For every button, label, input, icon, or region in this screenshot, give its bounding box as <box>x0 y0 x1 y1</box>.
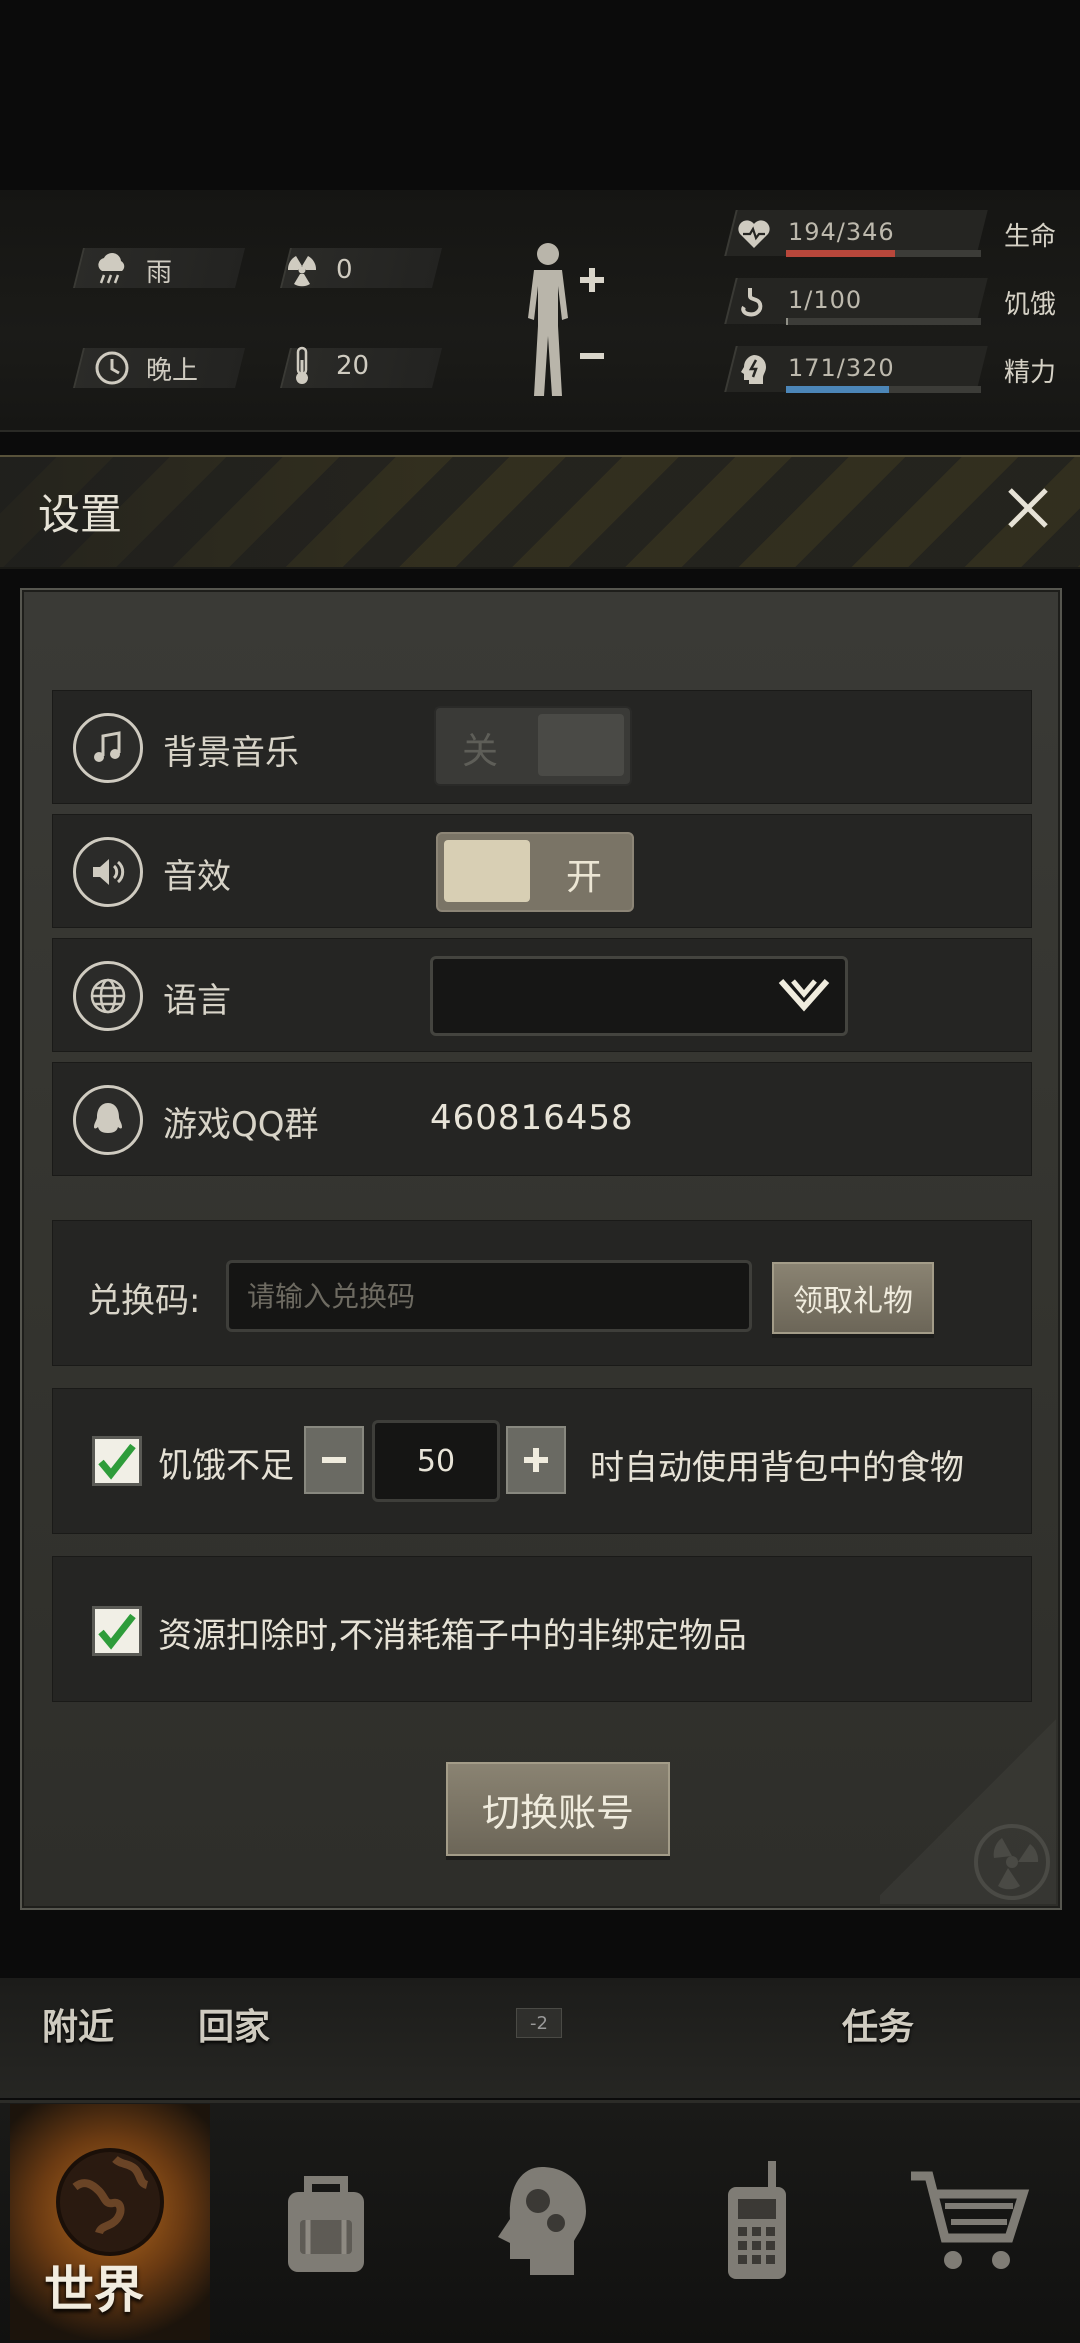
bgm-toggle-knob <box>538 714 624 776</box>
walkie-talkie-icon <box>728 2161 786 2279</box>
radiation-stat: 0 <box>282 250 353 290</box>
energy-fill <box>786 386 890 393</box>
health-label: 生命 <box>1003 222 1056 252</box>
temperature-value: 20 <box>336 351 370 381</box>
globe-icon <box>56 2148 164 2256</box>
health-track <box>786 250 981 257</box>
time-value: 晚上 <box>146 355 199 386</box>
nav-backpack[interactable] <box>226 2104 426 2340</box>
switch-account-button[interactable]: 切换账号 <box>446 1762 670 1856</box>
energy-value: 171/320 <box>788 354 895 382</box>
panel-corner-decoration <box>880 1710 1056 1904</box>
checkmark-icon <box>98 1443 136 1480</box>
bgm-toggle-state: 关 <box>462 731 499 772</box>
weather-value: 雨 <box>146 257 173 288</box>
qq-group-label: 游戏QQ群 <box>163 1105 319 1145</box>
sfx-toggle-state: 开 <box>565 857 602 898</box>
thermometer-icon <box>282 346 322 386</box>
redeem-label: 兑换码: <box>87 1281 201 1321</box>
health-fill <box>786 250 896 257</box>
resource-label: 资源扣除时,不消耗箱子中的非绑定物品 <box>158 1616 747 1656</box>
hunger-fill <box>786 318 788 325</box>
health-value: 194/346 <box>788 218 895 246</box>
language-select[interactable] <box>430 956 848 1036</box>
nav-skills[interactable] <box>440 2104 640 2340</box>
shopping-cart-icon <box>911 2171 1030 2269</box>
energy-track <box>786 386 981 393</box>
settings-header: 设置 <box>0 455 1080 569</box>
nav-nearby[interactable]: 附近 <box>42 1998 114 2050</box>
energy-bar-row: 171/320 精力 <box>724 346 1060 398</box>
hunger-track <box>786 318 981 325</box>
qq-penguin-icon <box>73 1085 143 1155</box>
nav-task[interactable]: 任务 <box>842 1998 914 2050</box>
claim-gift-button[interactable]: 领取礼物 <box>772 1262 934 1334</box>
globe-icon <box>73 961 143 1031</box>
location-badge: -2 <box>516 2008 562 2038</box>
minus-icon <box>322 1457 346 1463</box>
rain-cloud-icon <box>92 250 132 290</box>
auto-eat-prefix: 饥饿不足 <box>158 1446 294 1486</box>
time-stat: 晚上 <box>92 348 198 388</box>
radiation-value: 0 <box>336 255 353 285</box>
backpack-icon <box>288 2176 364 2272</box>
nav-world-label: 世界 <box>44 2261 144 2319</box>
bgm-toggle[interactable]: 关 <box>434 706 632 786</box>
resource-checkbox[interactable] <box>92 1606 142 1656</box>
energy-head-icon <box>736 352 772 388</box>
stomach-icon <box>736 284 772 320</box>
nav-radio[interactable] <box>656 2104 856 2340</box>
music-note-icon <box>73 713 143 783</box>
hunger-threshold-value[interactable]: 50 <box>372 1420 500 1502</box>
qq-group-number: 460816458 <box>430 1098 634 1138</box>
health-bar-row: 194/346 生命 <box>724 210 1060 262</box>
nav-shop[interactable] <box>870 2104 1070 2340</box>
hunger-label: 饥饿 <box>1003 290 1056 320</box>
increase-button[interactable] <box>506 1426 566 1494</box>
hunger-bar-row: 1/100 饥饿 <box>724 278 1060 330</box>
decrease-button[interactable] <box>304 1426 364 1494</box>
head-gears-icon <box>498 2167 586 2275</box>
sfx-toggle-knob <box>444 840 530 902</box>
speaker-icon <box>73 837 143 907</box>
checkmark-icon <box>98 1613 136 1650</box>
hunger-value: 1/100 <box>788 286 863 314</box>
nav-home[interactable]: 回家 <box>198 1998 270 2050</box>
plus-icon <box>524 1448 548 1472</box>
radiation-icon <box>282 250 322 290</box>
close-icon <box>1008 488 1048 528</box>
weather-stat: 雨 <box>92 250 172 290</box>
redeem-code-input[interactable] <box>226 1260 752 1332</box>
auto-eat-suffix: 时自动使用背包中的食物 <box>590 1448 964 1488</box>
sub-nav-strip <box>0 1978 1080 2098</box>
energy-label: 精力 <box>1003 358 1056 388</box>
body-status-figure[interactable] <box>520 240 610 400</box>
language-label: 语言 <box>163 981 231 1021</box>
clock-icon <box>92 348 132 388</box>
sfx-toggle[interactable]: 开 <box>436 832 634 912</box>
chevron-down-icon <box>777 977 831 1017</box>
auto-eat-checkbox[interactable] <box>92 1436 142 1486</box>
sfx-label: 音效 <box>163 857 231 897</box>
heart-icon <box>736 216 772 252</box>
bgm-label: 背景音乐 <box>163 733 299 773</box>
close-button[interactable] <box>998 478 1058 538</box>
settings-title: 设置 <box>38 490 123 539</box>
temperature-stat: 20 <box>282 346 369 386</box>
